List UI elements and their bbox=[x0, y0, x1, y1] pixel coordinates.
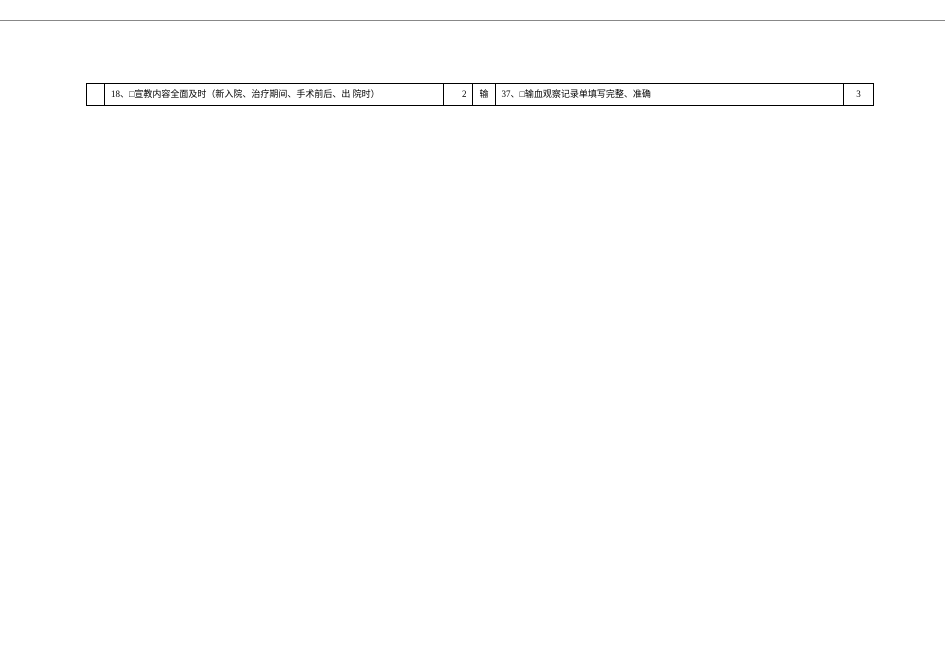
item-cell-left: 18、□宣教内容全面及时（新入院、治疗期间、手术前后、出 院时） bbox=[104, 84, 443, 106]
category-cell-right: 输 bbox=[473, 84, 495, 106]
page-divider bbox=[0, 20, 945, 21]
table-row: 18、□宣教内容全面及时（新入院、治疗期间、手术前后、出 院时） 2 输 37、… bbox=[87, 84, 874, 106]
score-cell-left: 2 bbox=[443, 84, 473, 106]
assessment-table: 18、□宣教内容全面及时（新入院、治疗期间、手术前后、出 院时） 2 输 37、… bbox=[86, 83, 874, 106]
category-cell-left bbox=[87, 84, 105, 106]
item-cell-right: 37、□输血观察记录单填写完整、准确 bbox=[495, 84, 844, 106]
score-cell-right: 3 bbox=[844, 84, 874, 106]
